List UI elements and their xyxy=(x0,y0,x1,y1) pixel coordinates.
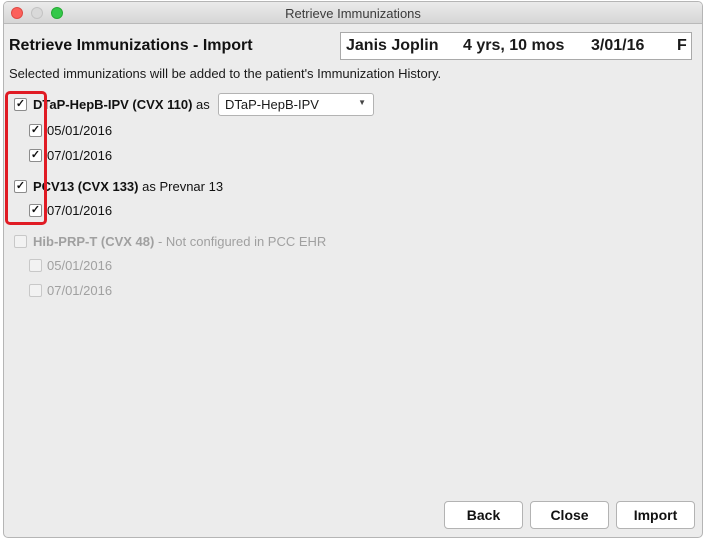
mapped-vaccine-text: as Prevnar 13 xyxy=(142,179,224,194)
immunization-name: Hib-PRP-T (CVX 48) xyxy=(33,234,155,249)
immunization-label-pcv13: PCV13 (CVX 133) as Prevnar 13 xyxy=(33,179,223,194)
connector-text: as xyxy=(196,97,210,112)
close-button[interactable]: Close xyxy=(530,501,609,529)
highlight-annotation xyxy=(5,91,47,225)
status-text: - Not configured in PCC EHR xyxy=(157,234,327,249)
dose-date: 05/01/2016 xyxy=(47,123,113,138)
patient-age: 4 yrs, 10 mos xyxy=(463,37,565,54)
immunization-name: DTaP-HepB-IPV (CVX 110) xyxy=(33,97,193,112)
dose-date: 07/01/2016 xyxy=(47,148,113,163)
dose-date: 07/01/2016 xyxy=(47,283,113,298)
dose-date: 05/01/2016 xyxy=(47,258,113,273)
patient-sex: F xyxy=(677,37,687,54)
import-button[interactable]: Import xyxy=(616,501,695,529)
immunization-checkbox-hib-prp-t xyxy=(14,235,27,248)
back-button[interactable]: Back xyxy=(444,501,523,529)
patient-dob: 3/01/16 xyxy=(591,37,645,54)
dose-checkbox xyxy=(29,259,42,272)
chevron-down-icon: ▼ xyxy=(358,98,366,107)
patient-banner: Janis Joplin 4 yrs, 10 mos 3/01/16 F xyxy=(340,32,692,60)
immunization-label-dtap-hepb-ipv: DTaP-HepB-IPV (CVX 110) as xyxy=(33,97,210,112)
patient-name: Janis Joplin xyxy=(346,37,439,54)
dose-date: 07/01/2016 xyxy=(47,203,113,218)
select-value: DTaP-HepB-IPV xyxy=(225,97,319,112)
window-title: Retrieve Immunizations xyxy=(285,6,421,21)
page-title: Retrieve Immunizations - Import xyxy=(9,37,253,54)
vaccine-mapping-select[interactable]: DTaP-HepB-IPV ▼ xyxy=(218,93,374,116)
dose-checkbox xyxy=(29,284,42,297)
immunization-label-hib-prp-t: Hib-PRP-T (CVX 48) - Not configured in P… xyxy=(33,234,326,249)
title-bar: Retrieve Immunizations xyxy=(4,2,702,24)
instruction-text: Selected immunizations will be added to … xyxy=(9,66,442,81)
immunization-name: PCV13 (CVX 133) xyxy=(33,179,139,194)
